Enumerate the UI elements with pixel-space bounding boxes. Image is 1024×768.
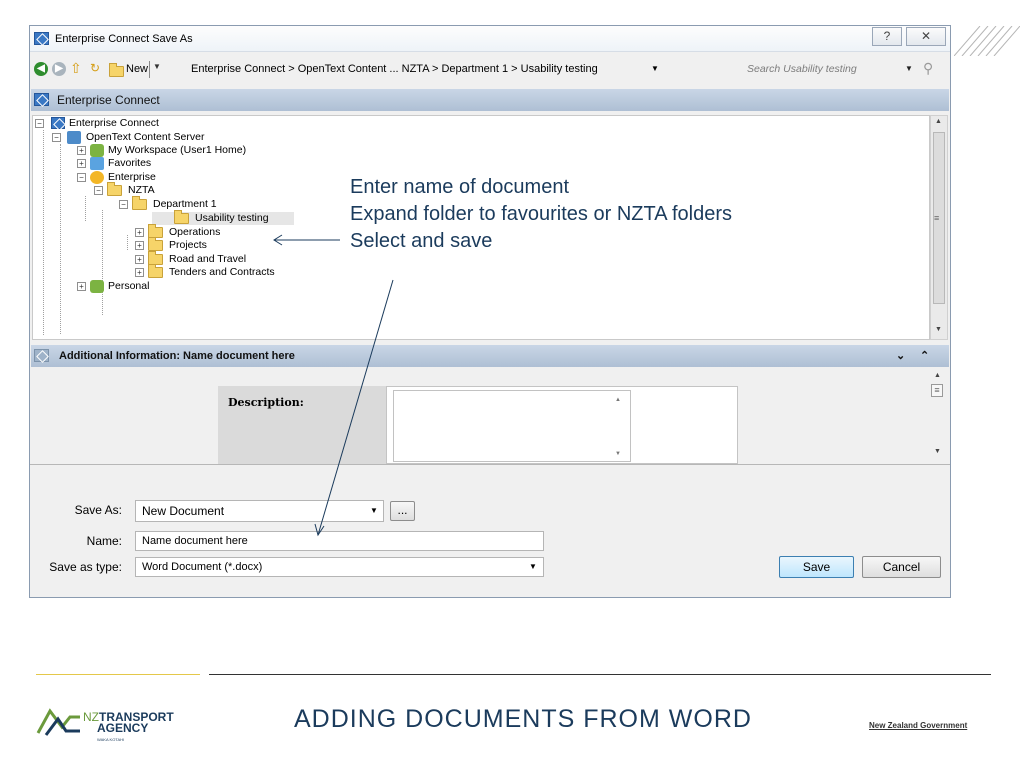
decorative-hatching xyxy=(954,26,1020,56)
personal-icon xyxy=(90,280,104,293)
tree-line xyxy=(127,235,128,250)
description-textarea[interactable]: ▲ ▼ xyxy=(393,390,631,462)
additional-info-scrollbar[interactable]: ▲ ≡ ▼ xyxy=(928,368,948,464)
scroll-thumb[interactable]: ≡ xyxy=(931,384,943,397)
collapse-icon: − xyxy=(35,119,44,128)
footer-rule xyxy=(209,674,991,675)
expand-icon: + xyxy=(135,241,144,250)
close-button[interactable]: ✕ xyxy=(906,27,946,46)
info-icon xyxy=(34,349,49,362)
title-bar: Enterprise Connect Save As ? ✕ xyxy=(30,26,950,52)
tree-item-enterprise-connect[interactable]: − Enterprise Connect xyxy=(35,117,159,130)
collapse-icon: − xyxy=(119,200,128,209)
tree-line xyxy=(43,130,44,335)
scroll-up-icon[interactable]: ▲ xyxy=(934,372,941,379)
save-as-select[interactable]: New Document ▼ xyxy=(135,500,384,522)
save-as-type-label: Save as type: xyxy=(49,560,122,574)
chevron-down-icon: ▼ xyxy=(529,562,537,571)
scroll-down-icon[interactable]: ▼ xyxy=(935,326,942,333)
search-icon[interactable]: ⚲ xyxy=(923,60,941,78)
expand-icon: + xyxy=(135,228,144,237)
chevron-down-icon: ▼ xyxy=(370,506,378,515)
scroll-up-icon[interactable]: ▲ xyxy=(615,397,621,403)
tree-line xyxy=(60,144,61,334)
collapse-icon: − xyxy=(52,133,61,142)
grip-icon: ≡ xyxy=(934,213,940,223)
folder-open-icon xyxy=(107,182,122,196)
favorites-icon xyxy=(90,157,104,170)
enterprise-icon xyxy=(90,171,104,184)
expand-icon: + xyxy=(135,255,144,264)
app-icon xyxy=(34,32,49,45)
scroll-up-icon[interactable]: ▲ xyxy=(935,118,942,125)
breadcrumb[interactable]: Enterprise Connect > OpenText Content ..… xyxy=(191,63,671,79)
expand-icon: + xyxy=(77,146,86,155)
slide-title: ADDING DOCUMENTS FROM WORD xyxy=(294,705,752,733)
scroll-down-icon[interactable]: ▼ xyxy=(934,448,941,455)
expand-icon: + xyxy=(135,268,144,277)
up-folder-icon[interactable]: ⇧ xyxy=(70,61,84,76)
annotation-line-3: Select and save xyxy=(350,230,493,252)
additional-info-header[interactable]: Additional Information: Name document he… xyxy=(31,345,949,367)
browse-button[interactable]: ... xyxy=(390,501,415,521)
save-as-dialog: Enterprise Connect Save As ? ✕ ◀ ▶ ⇧ ↻ N… xyxy=(29,25,951,598)
expand-icon: + xyxy=(77,159,86,168)
tree-header: Enterprise Connect xyxy=(31,89,949,111)
footer-rule-accent xyxy=(36,674,200,675)
tree-item-usability-testing[interactable]: Usability testing xyxy=(152,210,294,225)
tree-line xyxy=(85,196,86,221)
collapse-icon: − xyxy=(94,186,103,195)
nzta-logo-text: NZTRANSPORT AGENCY WAKA KOTAHI xyxy=(83,710,174,742)
server-icon xyxy=(67,131,81,144)
chevron-up-icon[interactable]: ⌃ xyxy=(920,345,929,367)
save-as-label: Save As: xyxy=(74,503,122,517)
back-icon[interactable]: ◀ xyxy=(34,62,48,76)
separator xyxy=(149,61,150,78)
collapse-icon: − xyxy=(77,173,86,182)
window-title: Enterprise Connect Save As xyxy=(55,33,193,45)
refresh-icon[interactable]: ↻ xyxy=(90,61,102,76)
annotation-line-2: Expand folder to favourites or NZTA fold… xyxy=(350,203,733,225)
name-input[interactable]: Name document here xyxy=(135,531,544,551)
folder-icon xyxy=(148,264,163,278)
nz-government-logo: New Zealand Government xyxy=(869,721,968,730)
folder-icon xyxy=(148,237,163,251)
new-folder-icon xyxy=(109,63,124,77)
folder-icon xyxy=(174,210,189,224)
nav-bar: ◀ ▶ ⇧ ↻ New ▼ Enterprise Connect > OpenT… xyxy=(30,56,950,83)
breadcrumb-dropdown-icon[interactable]: ▼ xyxy=(651,64,659,73)
save-button[interactable]: Save xyxy=(779,556,854,578)
search-dropdown-icon[interactable]: ▼ xyxy=(905,64,913,73)
scroll-down-icon[interactable]: ▼ xyxy=(615,451,621,457)
help-button[interactable]: ? xyxy=(872,27,902,46)
description-label-cell: Description: xyxy=(218,386,386,464)
folder-open-icon xyxy=(132,196,147,210)
cancel-button[interactable]: Cancel xyxy=(862,556,941,578)
search-input[interactable]: Search Usability testing ▼ xyxy=(743,60,919,79)
name-label: Name: xyxy=(86,534,122,548)
chevron-down-icon: ▼ xyxy=(153,62,161,71)
instruction-annotation: Enter name of document Expand folder to … xyxy=(350,174,732,255)
tree-scrollbar[interactable]: ▲ ≡ ▼ xyxy=(930,115,948,340)
enterprise-connect-icon xyxy=(34,93,49,106)
chevron-down-icon[interactable]: ⌄ xyxy=(896,345,905,367)
save-as-type-select[interactable]: Word Document (*.docx) ▼ xyxy=(135,557,544,577)
nzta-logo-icon xyxy=(36,708,80,736)
annotation-line-1: Enter name of document xyxy=(350,176,570,198)
tree-line xyxy=(102,210,103,315)
forward-icon[interactable]: ▶ xyxy=(52,62,66,76)
separator xyxy=(30,464,950,465)
expand-icon: + xyxy=(77,282,86,291)
workspace-icon xyxy=(90,144,104,157)
enterprise-connect-icon xyxy=(51,117,65,129)
